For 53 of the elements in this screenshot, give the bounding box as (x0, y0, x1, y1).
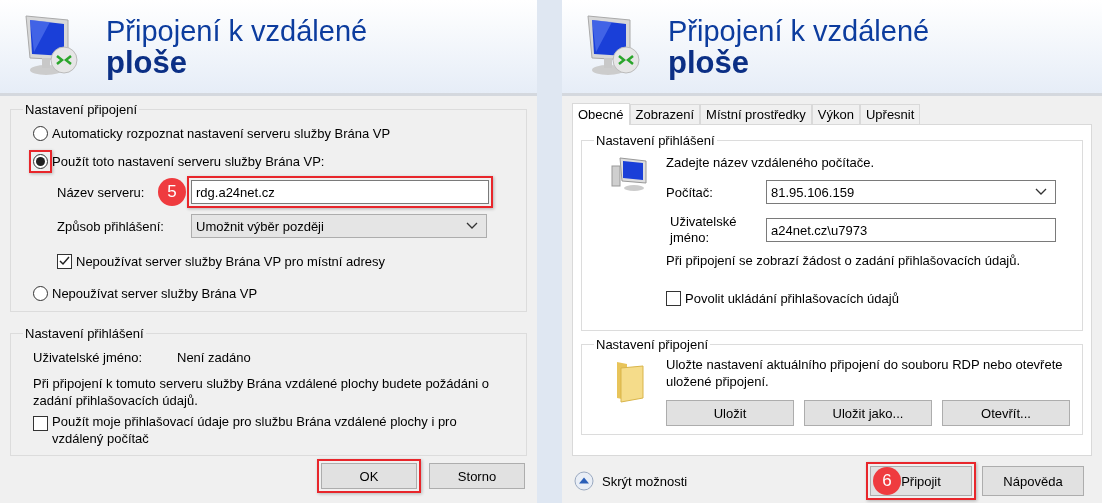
step-badge: 5 (158, 178, 186, 206)
step-badge: 6 (873, 467, 901, 495)
info-text: Při připojení k tomuto serveru služby Brána vzdálené plochy budete požádáni o zadání přihlašovacích údajů. (33, 375, 490, 409)
radio-label: Nepoužívat server služby Brána VP (52, 285, 258, 301)
checkmark-icon (59, 256, 70, 266)
group-title: Nastavení přihlášení (595, 133, 716, 148)
dialog-title: Připojení k vzdálené (106, 14, 368, 47)
hide-options-link[interactable]: Skrýt možnosti (602, 473, 688, 489)
username-value: Není zadáno (177, 349, 251, 365)
checkbox[interactable] (666, 290, 681, 306)
checkbox[interactable] (57, 253, 72, 269)
field-label: Název serveru: (57, 184, 145, 200)
dialog-button[interactable]: Storno (429, 463, 525, 489)
tab[interactable]: Výkon (811, 104, 860, 124)
group-title: Nastavení přihlášení (24, 326, 145, 341)
file-button[interactable]: Uložit jako... (804, 400, 932, 426)
dialog-button[interactable]: 6 Připojit (870, 466, 972, 496)
chevron-down-icon (466, 222, 478, 230)
dialog-title: ploše (106, 46, 187, 79)
file-button[interactable]: Otevřít... (942, 400, 1070, 426)
info-text: Uložte nastavení aktuálního připojení do souboru RDP nebo otevřete uložené připojení. (666, 356, 1064, 390)
field-label: Způsob přihlášení: (57, 218, 165, 234)
username-field[interactable]: a24net.cz\u7973 (766, 218, 1056, 242)
tab[interactable]: Upřesnit (859, 104, 921, 124)
dialog-button[interactable]: OK (321, 463, 417, 489)
radio-button[interactable] (33, 285, 48, 301)
group-title: Nastavení připojení (24, 102, 138, 117)
checkbox-label: Nepoužívat server služby Brána VP pro místní adresy (76, 253, 385, 269)
file-button[interactable]: Uložit (666, 400, 794, 426)
field-label: Uživatelské jméno: (33, 349, 144, 365)
checkbox-label: Použít moje přihlašovací údaje pro službu Brána vzdálené plochy i pro vzdálený počítač (52, 413, 458, 447)
tab[interactable]: Místní prostředky (700, 104, 812, 124)
checkbox-label: Povolit ukládání přihlašovacích údajů (685, 290, 899, 306)
computer-dropdown[interactable]: 81.95.106.159 (766, 180, 1056, 204)
login-method-dropdown[interactable]: Umožnit výběr později (191, 214, 487, 238)
radio-label: Automaticky rozpoznat nastavení serveru služby Brána VP (52, 125, 391, 141)
info-text: Při připojení se zobrazí žádost o zadání přihlašovacích údajů. (666, 252, 1021, 268)
radio-button[interactable] (33, 125, 48, 141)
dialog-title: ploše (668, 46, 749, 79)
dialog-button[interactable]: Nápověda (982, 466, 1084, 496)
dialog-title: Připojení k vzdálené (668, 14, 930, 47)
field-label: Uživatelské jméno: (668, 214, 738, 246)
tab[interactable]: Obecné (572, 103, 630, 125)
checkbox[interactable] (33, 416, 48, 431)
server-name-field[interactable]: rdg.a24net.cz (191, 180, 489, 204)
prompt-text: Zadejte název vzdáleného počítače. (666, 154, 875, 170)
radio-label: Použít toto nastavení serveru služby Brána VP: (52, 153, 325, 169)
group-title: Nastavení připojení (595, 337, 709, 352)
computer-icon (610, 156, 650, 192)
chevron-down-icon (1035, 188, 1047, 196)
field-label: Počítač: (666, 184, 714, 200)
collapse-icon[interactable] (574, 471, 594, 491)
tab[interactable]: Zobrazení (629, 104, 701, 124)
